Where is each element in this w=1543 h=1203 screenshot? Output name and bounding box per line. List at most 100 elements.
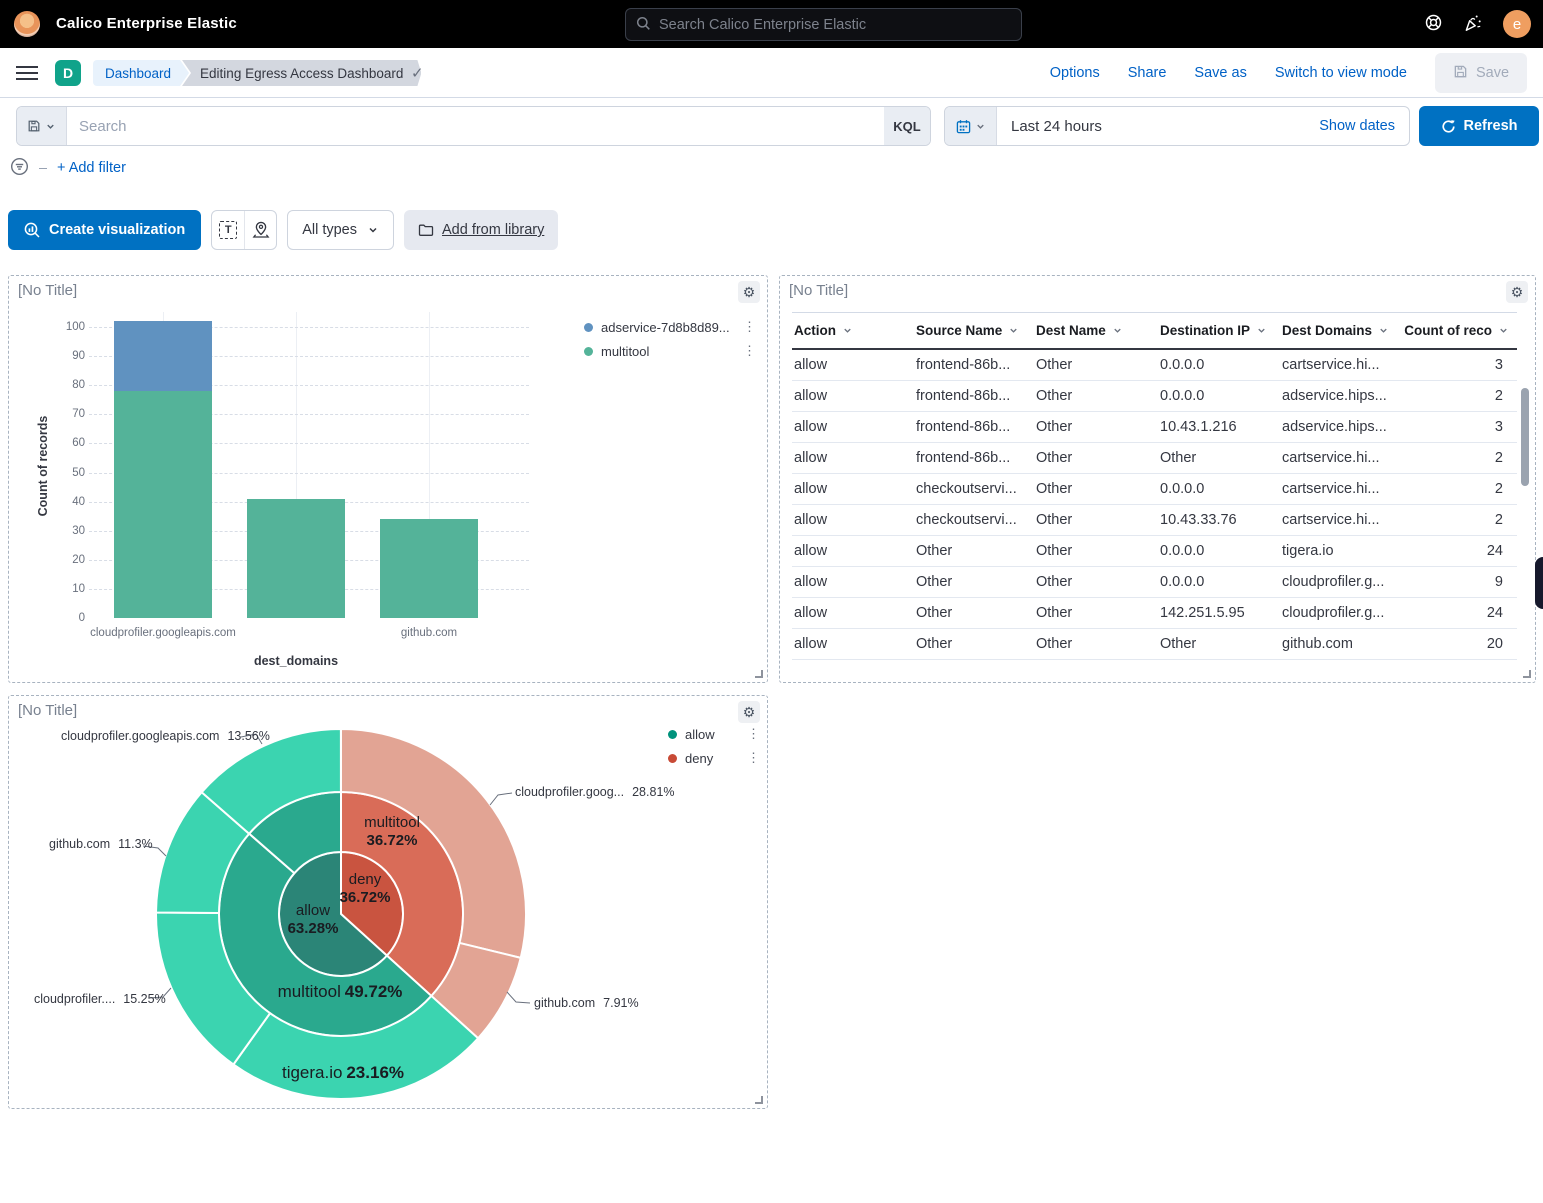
column-header-dest-name[interactable]: Dest Name bbox=[1034, 313, 1158, 349]
table-cell: 3 bbox=[1402, 349, 1517, 381]
chevron-down-icon bbox=[1378, 325, 1389, 336]
table-cell: cloudprofiler.g... bbox=[1280, 567, 1402, 598]
save-as-link[interactable]: Save as bbox=[1194, 65, 1246, 81]
column-header-destination-ip[interactable]: Destination IP bbox=[1158, 313, 1280, 349]
column-header-source-name[interactable]: Source Name bbox=[914, 313, 1034, 349]
table-cell: Other bbox=[1034, 474, 1158, 505]
show-dates-button[interactable]: Show dates bbox=[1319, 118, 1409, 134]
options-link[interactable]: Options bbox=[1050, 65, 1100, 81]
panel-resize-handle[interactable] bbox=[1523, 670, 1531, 678]
refresh-button[interactable]: Refresh bbox=[1419, 106, 1539, 146]
bar-segment-adservice-7d8b8d89-[interactable] bbox=[114, 321, 212, 391]
all-types-label: All types bbox=[302, 222, 357, 238]
docked-flyout-tab[interactable] bbox=[1535, 557, 1543, 609]
x-axis-tick: cloudprofiler.googleapis.com bbox=[90, 627, 236, 639]
column-header-action[interactable]: Action bbox=[792, 313, 914, 349]
query-bar: KQL Last 24 hours Show dates Refresh bbox=[16, 106, 1539, 146]
legend-label: deny bbox=[685, 751, 741, 766]
pie-legend-item[interactable]: allow⋮ bbox=[668, 726, 760, 742]
table-row[interactable]: allowfrontend-86b...Other10.43.1.216adse… bbox=[792, 412, 1517, 443]
add-map-button[interactable] bbox=[244, 211, 276, 249]
bar-segment-multitool[interactable] bbox=[247, 499, 345, 618]
panel-resize-handle[interactable] bbox=[755, 1096, 763, 1104]
bar-legend-item[interactable]: multitool⋮ bbox=[584, 343, 756, 359]
bar-legend-item[interactable]: adservice-7d8b8d89...⋮ bbox=[584, 319, 756, 335]
table-cell: allow bbox=[792, 598, 914, 629]
search-query-input[interactable] bbox=[67, 118, 884, 135]
time-range-picker[interactable]: Last 24 hours Show dates bbox=[944, 106, 1410, 146]
add-from-library-button[interactable]: Add from library bbox=[404, 210, 558, 250]
pie-legend-item[interactable]: deny⋮ bbox=[668, 750, 760, 766]
legend-label: allow bbox=[685, 727, 741, 742]
add-text-button[interactable]: T bbox=[212, 211, 244, 249]
create-visualization-label: Create visualization bbox=[49, 222, 185, 238]
table-cell: Other bbox=[1158, 443, 1280, 474]
label-leader-line bbox=[490, 793, 512, 805]
table-cell: github.com bbox=[1280, 629, 1402, 660]
legend-item-menu-icon[interactable]: ⋮ bbox=[737, 319, 756, 335]
table-header-row: ActionSource NameDest NameDestination IP… bbox=[792, 313, 1517, 349]
global-search[interactable] bbox=[625, 8, 1022, 41]
kql-search-field[interactable]: KQL bbox=[16, 106, 931, 146]
time-range-value[interactable]: Last 24 hours bbox=[997, 118, 1319, 135]
x-axis-tick: github.com bbox=[401, 627, 457, 639]
table-cell: 2 bbox=[1402, 474, 1517, 505]
table-scrollbar[interactable] bbox=[1521, 388, 1529, 486]
table-row[interactable]: allowfrontend-86b...Other0.0.0.0adservic… bbox=[792, 381, 1517, 412]
chevron-down-icon bbox=[1498, 325, 1509, 336]
kql-language-button[interactable]: KQL bbox=[884, 107, 930, 145]
legend-item-menu-icon[interactable]: ⋮ bbox=[741, 750, 760, 766]
calico-logo bbox=[14, 11, 40, 37]
all-types-select[interactable]: All types bbox=[287, 210, 394, 250]
chevron-down-icon bbox=[1256, 325, 1267, 336]
whats-new-icon[interactable] bbox=[1463, 13, 1483, 36]
table-row[interactable]: allowcheckoutservi...Other0.0.0.0cartser… bbox=[792, 474, 1517, 505]
table-cell: Other bbox=[914, 629, 1034, 660]
help-icon[interactable] bbox=[1424, 13, 1443, 35]
saved-query-menu-button[interactable] bbox=[17, 107, 67, 145]
text-icon: T bbox=[219, 221, 237, 239]
save-button[interactable]: Save bbox=[1435, 53, 1527, 93]
share-link[interactable]: Share bbox=[1128, 65, 1167, 81]
add-filter-button[interactable]: + Add filter bbox=[57, 160, 126, 176]
save-icon bbox=[1453, 64, 1468, 83]
table-cell: allow bbox=[792, 349, 914, 381]
legend-item-menu-icon[interactable]: ⋮ bbox=[741, 726, 760, 742]
save-button-label: Save bbox=[1476, 65, 1509, 81]
chevron-down-icon bbox=[367, 224, 379, 236]
panel-settings-gear-icon[interactable]: ⚙ bbox=[1506, 281, 1528, 303]
chevron-down-icon bbox=[975, 121, 986, 132]
table-row[interactable]: allowOtherOther0.0.0.0tigera.io24 bbox=[792, 536, 1517, 567]
table-row[interactable]: allowOtherOther0.0.0.0cloudprofiler.g...… bbox=[792, 567, 1517, 598]
add-from-library-label: Add from library bbox=[442, 222, 544, 238]
create-visualization-button[interactable]: Create visualization bbox=[8, 210, 201, 250]
y-axis-tick: 100 bbox=[53, 321, 85, 333]
calendar-menu-button[interactable] bbox=[945, 107, 997, 145]
table-cell: allow bbox=[792, 567, 914, 598]
table-row[interactable]: allowfrontend-86b...Other0.0.0.0cartserv… bbox=[792, 349, 1517, 381]
table-row[interactable]: allowOtherOther142.251.5.95cloudprofiler… bbox=[792, 598, 1517, 629]
column-header-count-of-reco[interactable]: Count of reco bbox=[1402, 313, 1517, 349]
user-avatar[interactable]: e bbox=[1503, 10, 1531, 38]
global-search-input[interactable] bbox=[659, 17, 1011, 33]
menu-icon[interactable] bbox=[16, 62, 38, 84]
panel-resize-handle[interactable] bbox=[755, 670, 763, 678]
legend-item-menu-icon[interactable]: ⋮ bbox=[737, 343, 756, 359]
table-cell: allow bbox=[792, 381, 914, 412]
table-row[interactable]: allowfrontend-86b...OtherOthercartservic… bbox=[792, 443, 1517, 474]
table-row[interactable]: allowOtherOtherOthergithub.com20 bbox=[792, 629, 1517, 660]
legend-color-dot bbox=[668, 754, 677, 763]
column-header-dest-domains[interactable]: Dest Domains bbox=[1280, 313, 1402, 349]
edit-toolbar: Create visualization T All types Add fro… bbox=[8, 210, 558, 250]
breadcrumb-dashboard[interactable]: Dashboard bbox=[93, 60, 189, 86]
table-row[interactable]: allowcheckoutservi...Other10.43.33.76car… bbox=[792, 505, 1517, 536]
bar-segment-multitool[interactable] bbox=[380, 519, 478, 618]
refresh-button-label: Refresh bbox=[1464, 118, 1518, 134]
filter-icon[interactable] bbox=[10, 157, 29, 179]
bar-segment-multitool[interactable] bbox=[114, 391, 212, 618]
data-table: ActionSource NameDest NameDestination IP… bbox=[792, 313, 1517, 660]
table-cell: 10.43.1.216 bbox=[1158, 412, 1280, 443]
search-icon bbox=[636, 16, 651, 34]
y-axis-tick: 60 bbox=[53, 437, 85, 449]
switch-view-mode-link[interactable]: Switch to view mode bbox=[1275, 65, 1407, 81]
